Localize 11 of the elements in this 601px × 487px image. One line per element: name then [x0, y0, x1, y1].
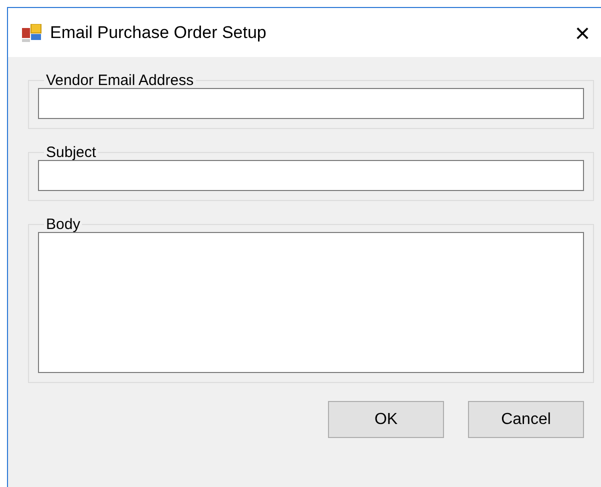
ok-button[interactable]: OK: [328, 401, 444, 438]
text-field[interactable]: [38, 88, 584, 119]
group-label: Vendor Email Address: [45, 73, 195, 88]
cancel-button[interactable]: Cancel: [468, 401, 584, 438]
group-label: Body: [45, 217, 82, 232]
text-field[interactable]: [38, 160, 584, 191]
window-title: Email Purchase Order Setup: [50, 22, 268, 44]
close-button[interactable]: ×: [570, 20, 594, 46]
app-icon: [22, 24, 42, 42]
group-label: Subject: [45, 145, 98, 160]
body-field[interactable]: [38, 232, 584, 373]
